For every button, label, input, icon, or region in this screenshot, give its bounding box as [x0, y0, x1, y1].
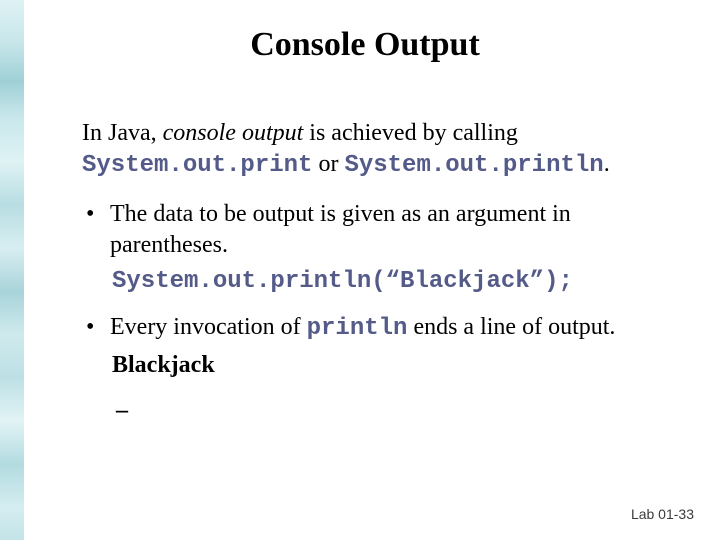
slide-title: Console Output	[60, 26, 670, 64]
bullet-text: The data to be output is given as an arg…	[110, 201, 571, 258]
bullet-code-example: System.out.println(“Blackjack”);	[112, 267, 670, 298]
intro-paragraph: In Java, console output is achieved by c…	[82, 118, 670, 181]
list-item: The data to be output is given as an arg…	[82, 199, 670, 297]
slide-body: Console Output In Java, console output i…	[0, 0, 720, 540]
console-cursor: _	[116, 387, 670, 418]
intro-lead: In Java,	[82, 120, 163, 146]
intro-code-print: System.out.print	[82, 152, 312, 179]
console-output-line: Blackjack	[112, 350, 670, 381]
bullet-code-inline: println	[307, 315, 408, 342]
bullet-list: The data to be output is given as an arg…	[82, 199, 670, 417]
intro-italic: console output	[163, 120, 304, 146]
intro-or: or	[312, 151, 344, 177]
bullet-post: ends a line of output.	[407, 314, 615, 340]
slide-footer: Lab 01-33	[631, 506, 694, 522]
bullet-pre: Every invocation of	[110, 314, 307, 340]
intro-tail: is achieved by calling	[303, 120, 518, 146]
list-item: Every invocation of println ends a line …	[82, 312, 670, 418]
intro-code-println: System.out.println	[344, 152, 603, 179]
intro-period: .	[604, 151, 610, 177]
